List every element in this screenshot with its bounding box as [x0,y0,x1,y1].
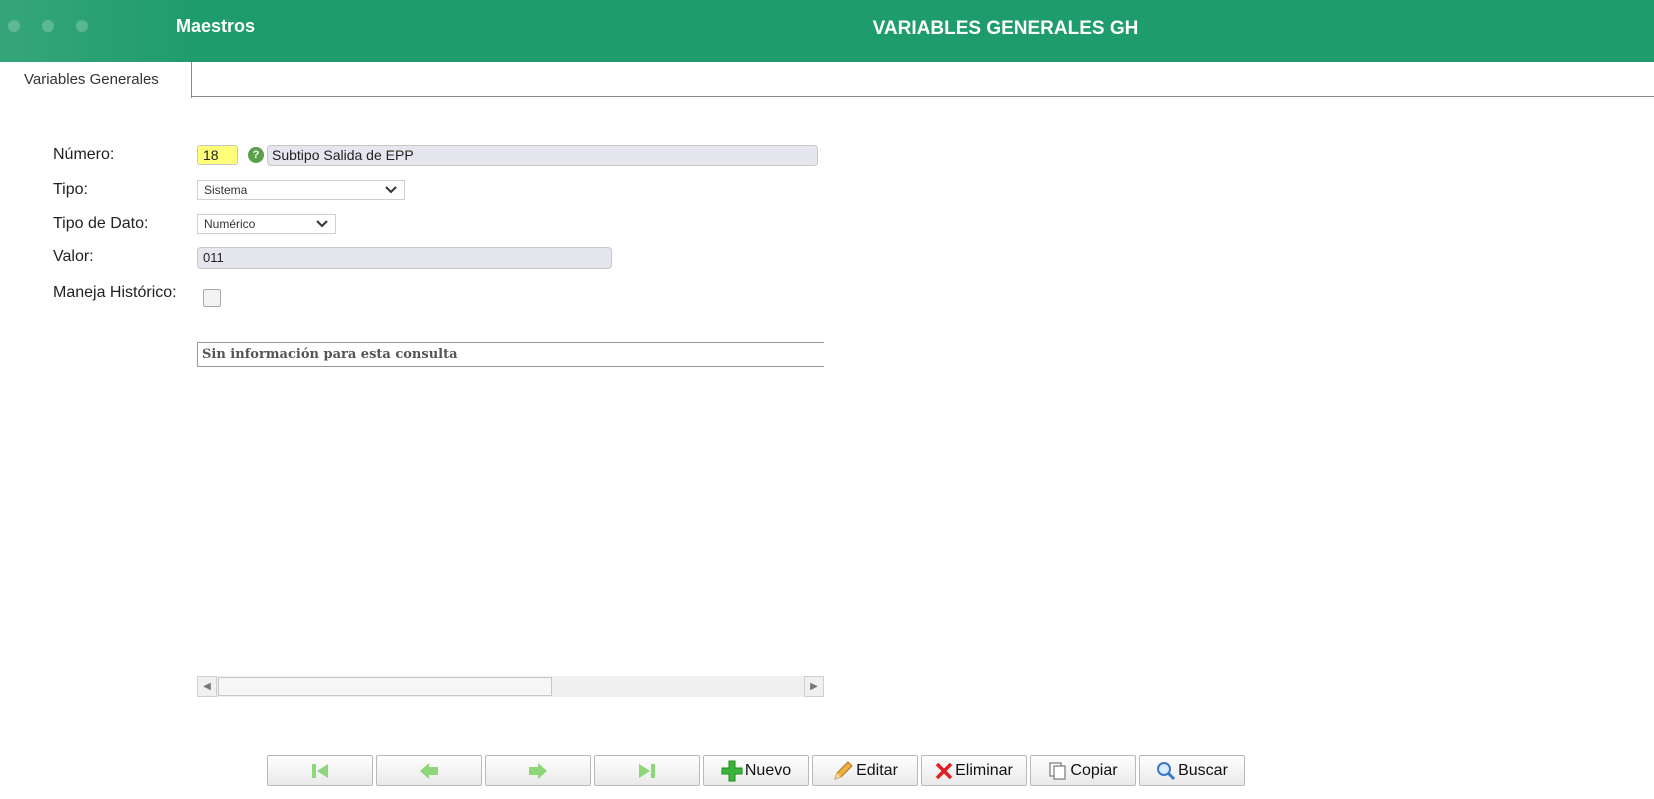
app-header: Maestros VARIABLES GENERALES GH [0,0,1654,62]
pencil-icon [834,760,853,780]
last-record-icon [639,763,655,778]
delete-x-icon [935,762,953,779]
editar-button[interactable]: Editar [812,755,918,786]
editar-label: Editar [856,761,898,779]
record-toolbar: Nuevo Editar Eliminar Copiar Buscar [267,755,1245,786]
results-grid: Sin información para esta consulta [197,342,824,367]
copiar-label: Copiar [1070,761,1118,779]
valor-label: Valor: [53,248,94,265]
historico-checkbox[interactable] [203,289,221,307]
chevron-down-icon [384,183,398,197]
chevron-down-icon [315,217,329,231]
tipo-dato-label: Tipo de Dato: [53,215,149,232]
copy-icon [1049,761,1067,780]
grid-horizontal-scrollbar[interactable]: ◀ ▶ [197,676,824,697]
previous-record-icon [420,762,438,779]
first-record-icon [312,763,328,778]
eliminar-button[interactable]: Eliminar [921,755,1027,786]
last-record-button[interactable] [594,755,700,786]
search-icon [1157,761,1176,780]
previous-record-button[interactable] [376,755,482,786]
valor-input[interactable]: 011 [197,247,612,269]
buscar-label: Buscar [1178,761,1228,779]
tipo-label: Tipo: [53,181,88,198]
numero-input[interactable]: 18 [197,145,238,165]
eliminar-label: Eliminar [955,761,1013,779]
scroll-right-button[interactable]: ▶ [804,676,824,697]
tab-variables-generales[interactable]: Variables Generales [0,62,192,98]
next-record-button[interactable] [485,755,591,786]
nuevo-label: Nuevo [744,761,792,779]
historico-label: Maneja Histórico: [53,284,177,301]
buscar-button[interactable]: Buscar [1139,755,1245,786]
empty-grid-message: Sin información para esta consulta [202,347,458,362]
tipo-select[interactable]: Sistema [197,180,405,200]
page-title: VARIABLES GENERALES GH [872,18,1139,39]
plus-icon [721,760,743,781]
first-record-button[interactable] [267,755,373,786]
numero-label: Número: [53,146,115,163]
tipo-select-value: Sistema [204,183,248,197]
scroll-left-button[interactable]: ◀ [197,676,217,697]
tipo-dato-select[interactable]: Numérico [197,214,336,234]
help-icon[interactable]: ? [248,147,264,163]
descripcion-input[interactable]: Subtipo Salida de EPP [267,145,818,166]
scroll-thumb[interactable] [218,677,552,696]
copiar-button[interactable]: Copiar [1030,755,1136,786]
nuevo-button[interactable]: Nuevo [703,755,809,786]
tipo-dato-select-value: Numérico [204,217,256,231]
tab-strip: Variables Generales [0,62,1654,98]
next-record-icon [529,762,547,779]
